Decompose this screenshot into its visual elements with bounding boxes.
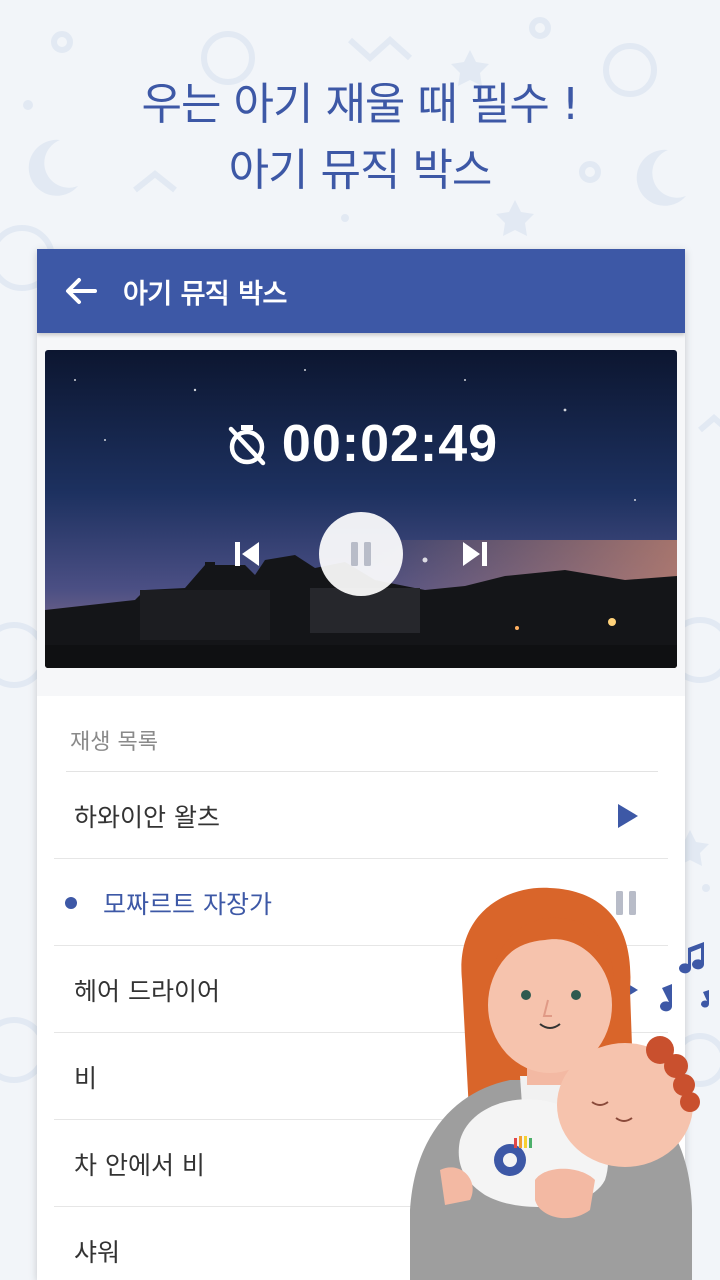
headline: 우는 아기 재울 때 필수 ! 아기 뮤직 박스 (0, 72, 720, 204)
music-notes-icon (660, 942, 710, 1012)
pause-icon (351, 542, 371, 566)
mother-and-baby-illustration (410, 887, 710, 1280)
list-item[interactable]: 하와이안 왈츠 (37, 772, 685, 859)
night-sky-image (45, 350, 677, 668)
app-bar: 아기 뮤직 박스 (37, 249, 685, 333)
list-item-label: 하와이안 왈츠 (74, 802, 220, 832)
playlist-header: 재생 목록 (70, 730, 158, 755)
list-item-label: 헤어 드라이어 (74, 976, 220, 1006)
skip-previous-icon (235, 542, 259, 566)
timer-display: 00:02:49 (45, 414, 677, 474)
arrow-left-icon[interactable] (61, 271, 101, 311)
headline-line-2: 아기 뮤직 박스 (228, 145, 493, 196)
pause-button[interactable] (319, 512, 403, 596)
skip-next-button[interactable] (455, 534, 495, 574)
list-item-label: 비 (74, 1063, 98, 1093)
headline-line-1: 우는 아기 재울 때 필수 ! (141, 79, 580, 130)
timer-off-icon (228, 425, 266, 466)
list-item-label: 차 안에서 비 (74, 1150, 205, 1180)
list-item-label: 모짜르트 자장가 (103, 889, 272, 919)
player-card: 00:02:49 (45, 350, 677, 668)
timer-text: 00:02:49 (281, 415, 499, 473)
list-item-label: 샤워 (74, 1237, 121, 1267)
now-playing-dot (65, 896, 77, 909)
play-icon[interactable] (611, 801, 641, 831)
skip-next-icon (463, 542, 487, 566)
player-controls (45, 512, 677, 596)
skip-previous-button[interactable] (227, 534, 267, 574)
app-bar-title: 아기 뮤직 박스 (123, 278, 287, 310)
